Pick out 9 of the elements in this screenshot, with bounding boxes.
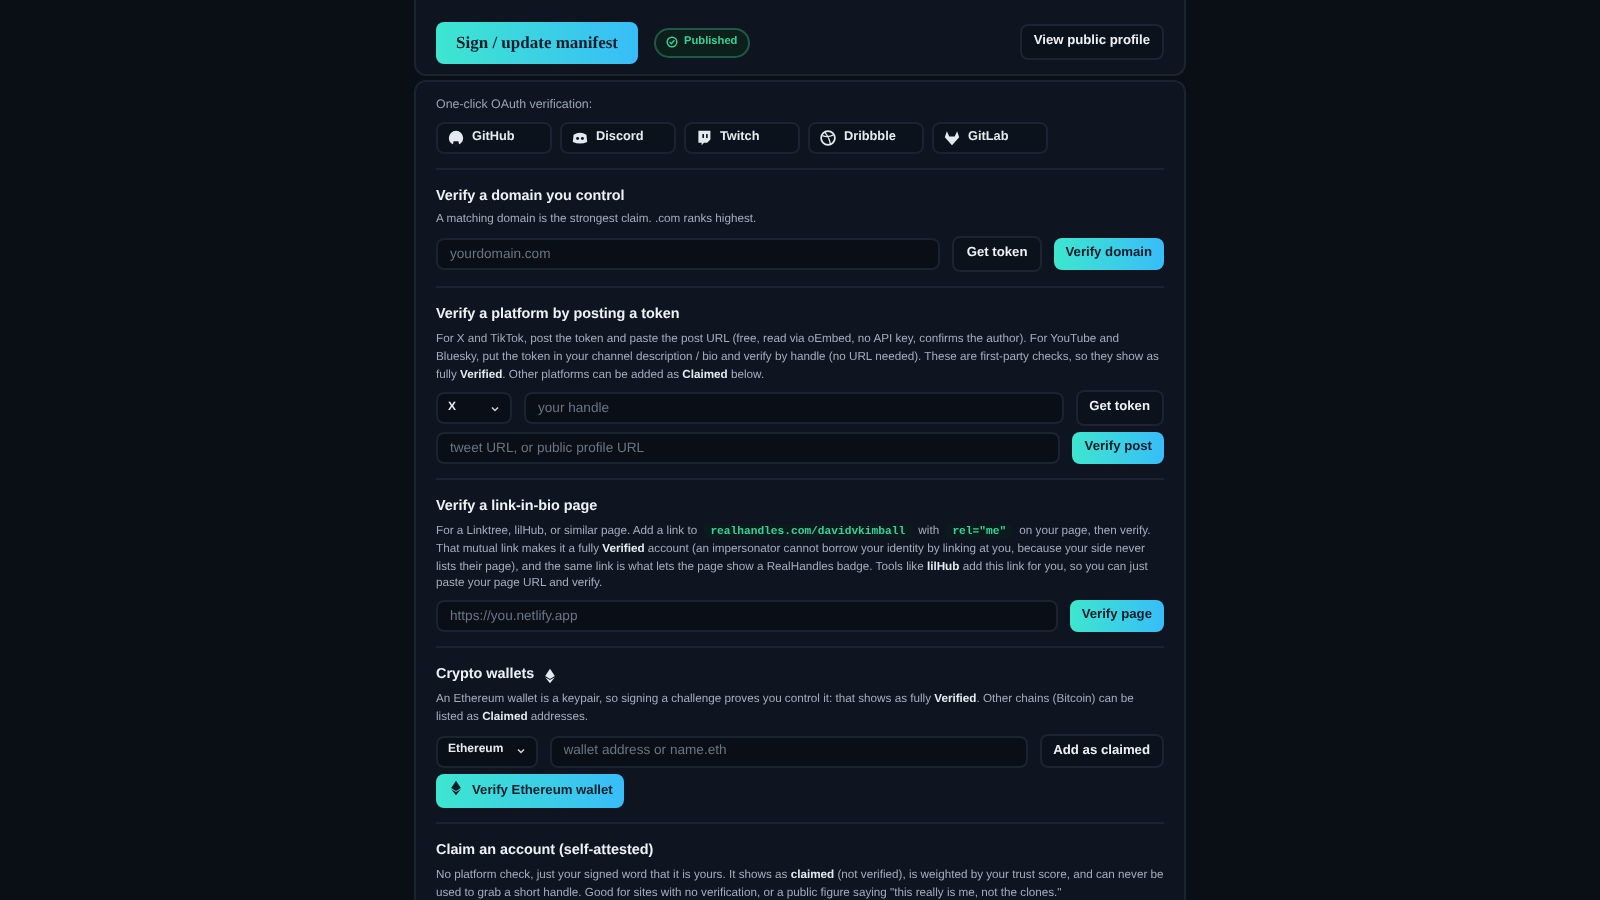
sign-manifest-button[interactable]: Sign / update manifest: [436, 22, 638, 64]
dribbble-icon: [820, 129, 836, 146]
chevron-down-icon: [490, 403, 500, 414]
ethereum-icon: [542, 667, 559, 684]
gitlab-icon: [944, 129, 960, 146]
discord-icon: [572, 129, 588, 146]
twitch-icon: [696, 129, 712, 146]
ethereum-icon: [448, 780, 464, 797]
chevron-down-icon: [515, 746, 526, 757]
